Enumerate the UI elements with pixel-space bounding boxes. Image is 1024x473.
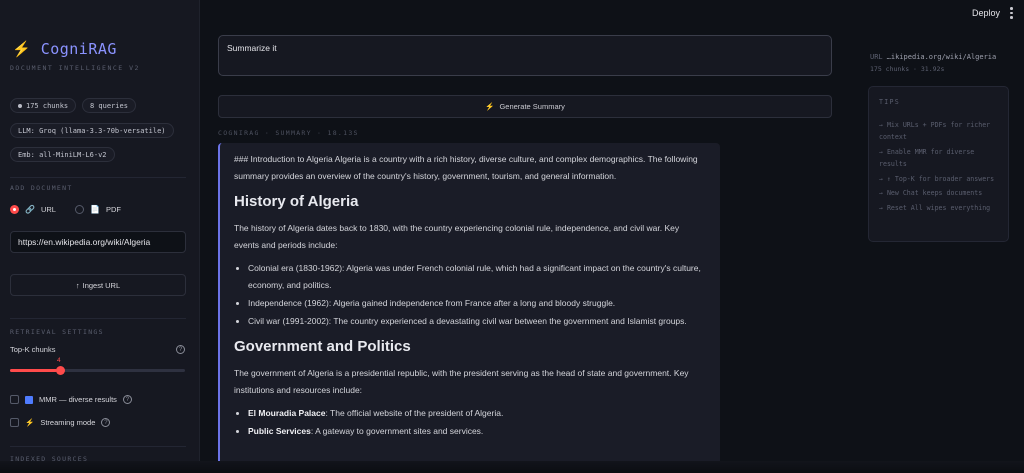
llm-chip: LLM: Groq (llama-3.3-70b-versatile)	[10, 123, 174, 138]
list-item: Public Services: A gateway to government…	[248, 423, 706, 440]
brand: ⚡ CogniRAG	[12, 40, 117, 58]
source-radio-pdf[interactable]: 📄 PDF	[75, 205, 121, 214]
tip-item: → Mix URLs + PDFs for richer context	[879, 120, 991, 142]
brand-tagline: DOCUMENT INTELLIGENCE V2	[10, 64, 140, 72]
divider	[10, 446, 186, 447]
answer-list: Colonial era (1830-1962): Algeria was un…	[248, 260, 706, 330]
lightning-icon: ⚡	[25, 418, 35, 427]
radio-unselected-icon	[75, 205, 84, 214]
answer-heading: History of Algeria	[234, 193, 359, 210]
divider	[10, 177, 186, 178]
answer-paragraph: The history of Algeria dates back to 183…	[234, 223, 680, 250]
tip-item: → ↑ Top-K for broader answers	[879, 174, 995, 183]
help-icon[interactable]: ?	[176, 345, 185, 354]
answer-intro: ### Introduction to Algeria Algeria is a…	[234, 154, 698, 181]
mmr-checkbox[interactable]: MMR — diverse results ?	[10, 395, 132, 404]
topk-value: 4	[57, 357, 61, 364]
mmr-icon	[25, 395, 33, 404]
lightning-icon: ⚡	[12, 41, 31, 58]
ingest-url-button[interactable]: ↑ Ingest URL	[10, 274, 186, 296]
help-icon[interactable]: ?	[122, 395, 132, 404]
list-item: El Mouradia Palace: The official website…	[248, 405, 706, 422]
answer-heading: Government and Politics	[234, 338, 411, 355]
retrieval-settings-label: RETRIEVAL SETTINGS	[10, 328, 104, 336]
source-url: URL …ikipedia.org/wiki/Algeria	[870, 53, 997, 61]
list-item: Colonial era (1830-1962): Algeria was un…	[248, 260, 706, 294]
streaming-checkbox[interactable]: ⚡ Streaming mode ?	[10, 418, 111, 427]
checkbox-icon	[10, 395, 19, 404]
source-radio-url[interactable]: 🔗 URL	[10, 205, 56, 214]
tip-item: → New Chat keeps documents	[879, 189, 983, 197]
tips-title: TIPS	[879, 98, 901, 106]
radio-selected-icon	[10, 205, 19, 214]
tip-item: → Reset All wipes everything	[879, 203, 991, 212]
query-textarea[interactable]: Summarize it	[218, 35, 832, 76]
sidebar: ⚡ CogniRAG DOCUMENT INTELLIGENCE V2 175 …	[0, 0, 200, 473]
source-stats: 175 chunks · 31.92s	[870, 65, 945, 73]
more-menu-icon[interactable]	[1010, 7, 1013, 19]
link-icon: 🔗	[25, 205, 35, 214]
list-item: Civil war (1991-2002): The country exper…	[248, 313, 706, 330]
topk-slider-track[interactable]	[10, 369, 185, 372]
topk-slider-thumb[interactable]	[56, 366, 65, 375]
queries-chip: 8 queries	[82, 98, 136, 113]
topk-slider-fill	[10, 369, 58, 372]
add-document-label: ADD DOCUMENT	[10, 184, 73, 192]
embedding-chip: Emb: all-MiniLM-L6-v2	[10, 147, 115, 162]
tips-panel: TIPS → Mix URLs + PDFs for richer contex…	[868, 86, 1009, 242]
lightning-icon: ⚡	[485, 102, 495, 111]
tip-item: → Enable MMR for diverse results	[879, 147, 975, 169]
brand-name: CogniRAG	[40, 40, 117, 58]
answer-paragraph: The government of Algeria is a president…	[234, 368, 689, 395]
dot-icon	[18, 103, 22, 108]
answer-card: ### Introduction to Algeria Algeria is a…	[218, 143, 720, 473]
response-meta: COGNIRAG · SUMMARY · 18.13S	[218, 129, 359, 137]
answer-list: El Mouradia Palace: The official website…	[248, 405, 706, 440]
generate-summary-button[interactable]: ⚡ Generate Summary	[218, 95, 832, 118]
help-icon[interactable]: ?	[101, 418, 111, 427]
divider	[10, 318, 186, 319]
checkbox-icon	[10, 418, 19, 427]
topk-label: Top-K chunks	[10, 345, 56, 354]
url-input[interactable]: https://en.wikipedia.org/wiki/Algeria	[10, 231, 186, 253]
arrow-up-icon: ↑	[75, 280, 80, 290]
chunks-chip: 175 chunks	[10, 98, 77, 113]
list-item: Independence (1962): Algeria gained inde…	[248, 295, 706, 312]
deploy-button[interactable]: Deploy	[972, 8, 1000, 18]
bottom-edge	[0, 461, 1024, 473]
document-icon: 📄	[90, 205, 100, 214]
